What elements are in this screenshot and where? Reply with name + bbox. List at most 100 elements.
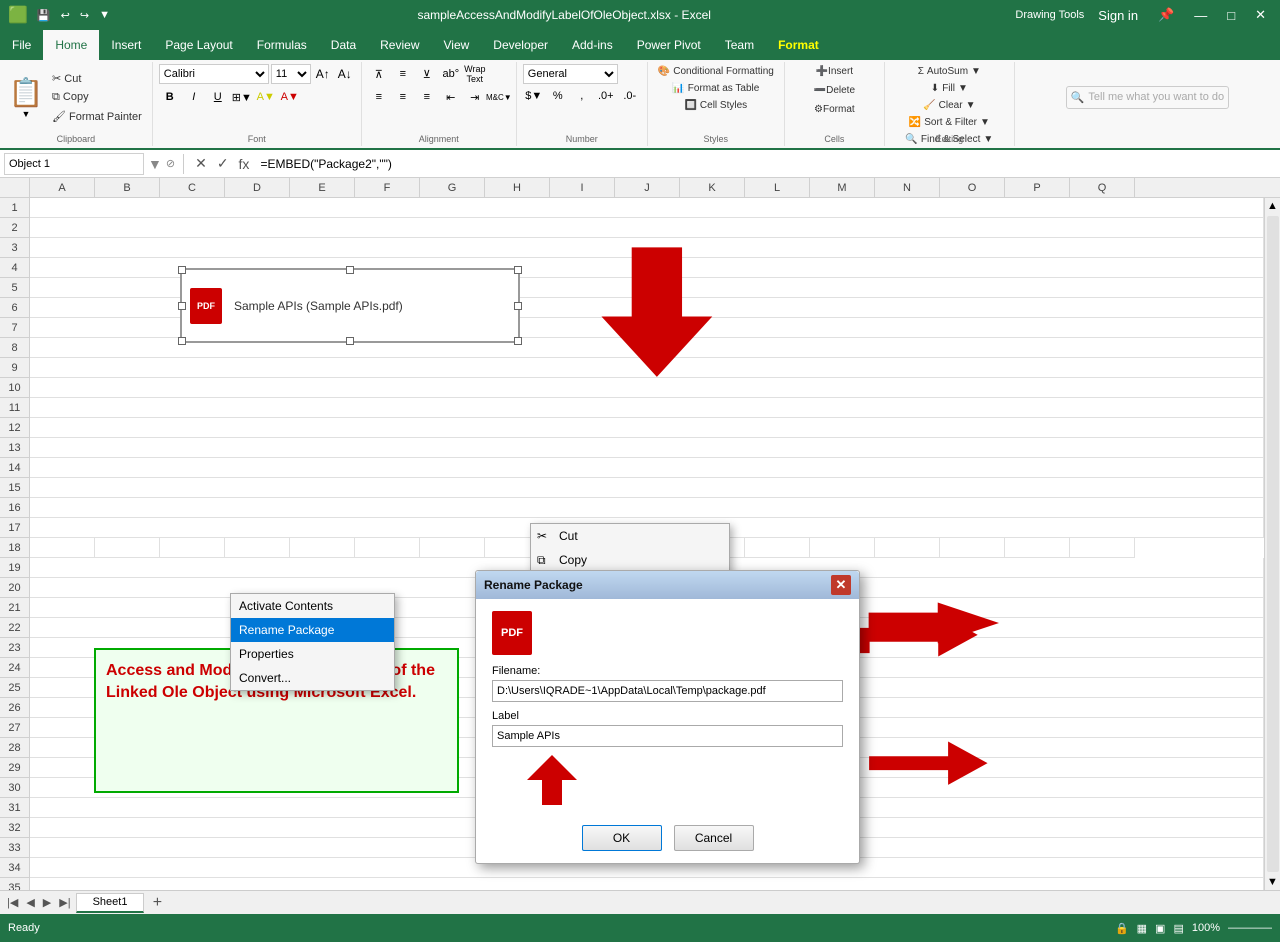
sheet-prev-button[interactable]: ◀: [23, 896, 37, 909]
selection-handle-bc[interactable]: [346, 337, 354, 345]
scroll-down-button[interactable]: ▼: [1265, 874, 1280, 890]
sub-properties[interactable]: Properties: [231, 642, 394, 666]
delete-cells-button[interactable]: ➖Delete: [810, 83, 859, 98]
dialog-close-button[interactable]: ✕: [831, 575, 851, 595]
row-header-7[interactable]: 7: [0, 318, 29, 338]
grid-cell[interactable]: [30, 438, 1264, 458]
align-top-button[interactable]: ⊼: [368, 64, 390, 84]
format-as-table-button[interactable]: 📊Format as Table: [668, 81, 763, 96]
grid-cell[interactable]: [30, 198, 1264, 218]
row-header-30[interactable]: 30: [0, 778, 29, 798]
col-header-p[interactable]: P: [1005, 178, 1070, 197]
selection-handle-mr[interactable]: [514, 302, 522, 310]
col-header-i[interactable]: I: [550, 178, 615, 197]
tab-data[interactable]: Data: [319, 30, 368, 60]
col-header-g[interactable]: G: [420, 178, 485, 197]
tab-home[interactable]: Home: [43, 30, 99, 60]
grid-cell[interactable]: [745, 538, 810, 558]
fill-button[interactable]: ⬇Fill▼: [927, 81, 972, 96]
grid-cell[interactable]: [30, 498, 1264, 518]
sub-convert[interactable]: Convert...: [231, 666, 394, 690]
redo-icon[interactable]: ↪: [77, 7, 92, 24]
row-header-35[interactable]: 35: [0, 878, 29, 890]
normal-view-button[interactable]: ▦: [1137, 922, 1147, 935]
sign-in-button[interactable]: Sign in: [1092, 6, 1144, 25]
border-button[interactable]: ⊞▼: [231, 87, 253, 107]
wrap-text-button[interactable]: Wrap Text: [464, 64, 486, 84]
decimal-increase-button[interactable]: .0+: [595, 86, 617, 106]
customize-icon[interactable]: ▼: [96, 7, 113, 24]
row-header-3[interactable]: 3: [0, 238, 29, 258]
filename-input[interactable]: [492, 680, 843, 702]
row-header-14[interactable]: 14: [0, 458, 29, 478]
row-header-4[interactable]: 4: [0, 258, 29, 278]
tab-file[interactable]: File: [0, 30, 43, 60]
copy-button[interactable]: ⧉ Copy: [48, 89, 146, 106]
row-header-34[interactable]: 34: [0, 858, 29, 878]
col-header-b[interactable]: B: [95, 178, 160, 197]
name-box[interactable]: [4, 153, 144, 175]
decimal-decrease-button[interactable]: .0-: [619, 86, 641, 106]
sheet-tab-sheet1[interactable]: Sheet1: [76, 893, 145, 913]
grid-cell[interactable]: [1070, 538, 1135, 558]
row-header-28[interactable]: 28: [0, 738, 29, 758]
cut-button[interactable]: ✂ Cut: [48, 70, 146, 87]
row-header-31[interactable]: 31: [0, 798, 29, 818]
add-sheet-button[interactable]: +: [146, 893, 168, 913]
label-input[interactable]: [492, 725, 843, 747]
col-header-e[interactable]: E: [290, 178, 355, 197]
col-header-q[interactable]: Q: [1070, 178, 1135, 197]
sub-activate[interactable]: Activate Contents: [231, 594, 394, 618]
bold-button[interactable]: B: [159, 87, 181, 107]
selection-handle-tl[interactable]: [178, 266, 186, 274]
tab-developer[interactable]: Developer: [481, 30, 560, 60]
row-header-27[interactable]: 27: [0, 718, 29, 738]
tab-page-layout[interactable]: Page Layout: [153, 30, 244, 60]
close-button[interactable]: ✕: [1249, 5, 1272, 25]
italic-button[interactable]: I: [183, 87, 205, 107]
row-header-1[interactable]: 1: [0, 198, 29, 218]
orientation-button[interactable]: ab°: [440, 64, 462, 84]
row-header-5[interactable]: 5: [0, 278, 29, 298]
tab-format[interactable]: Format: [766, 30, 831, 60]
col-header-n[interactable]: N: [875, 178, 940, 197]
grid-cell[interactable]: [30, 218, 1264, 238]
autosum-button[interactable]: ΣAutoSum▼: [914, 64, 985, 79]
currency-button[interactable]: $▼: [523, 86, 545, 106]
col-header-f[interactable]: F: [355, 178, 420, 197]
tab-formulas[interactable]: Formulas: [245, 30, 319, 60]
row-header-21[interactable]: 21: [0, 598, 29, 618]
row-header-33[interactable]: 33: [0, 838, 29, 858]
grid-cell[interactable]: [875, 538, 940, 558]
merge-center-button[interactable]: M&C▼: [488, 87, 510, 107]
col-header-l[interactable]: L: [745, 178, 810, 197]
grid-cell[interactable]: [420, 538, 485, 558]
row-header-29[interactable]: 29: [0, 758, 29, 778]
cell-styles-button[interactable]: 🔲Cell Styles: [680, 98, 751, 113]
number-format-select[interactable]: General: [523, 64, 618, 84]
row-header-18[interactable]: 18: [0, 538, 29, 558]
grid-cell[interactable]: [30, 238, 1264, 258]
grid-cell[interactable]: [30, 358, 1264, 378]
insert-function-button[interactable]: fx: [236, 156, 253, 172]
ctx-cut[interactable]: ✂ Cut: [531, 524, 729, 548]
row-header-15[interactable]: 15: [0, 478, 29, 498]
indent-increase-button[interactable]: ⇥: [464, 87, 486, 107]
fill-color-button[interactable]: A▼: [255, 87, 277, 107]
sheet-next-button[interactable]: ▶: [40, 896, 54, 909]
selection-handle-tc[interactable]: [346, 266, 354, 274]
underline-button[interactable]: U: [207, 87, 229, 107]
tab-power-pivot[interactable]: Power Pivot: [625, 30, 713, 60]
selection-handle-tr[interactable]: [514, 266, 522, 274]
col-header-o[interactable]: O: [940, 178, 1005, 197]
row-header-8[interactable]: 8: [0, 338, 29, 358]
grid-cell[interactable]: [940, 538, 1005, 558]
grid-cell[interactable]: [355, 538, 420, 558]
sub-rename[interactable]: Rename Package: [231, 618, 394, 642]
align-bottom-button[interactable]: ⊻: [416, 64, 438, 84]
percent-button[interactable]: %: [547, 86, 569, 106]
page-layout-button[interactable]: ▣: [1155, 922, 1165, 935]
tab-view[interactable]: View: [432, 30, 482, 60]
grid-cell[interactable]: [30, 478, 1264, 498]
col-header-j[interactable]: J: [615, 178, 680, 197]
